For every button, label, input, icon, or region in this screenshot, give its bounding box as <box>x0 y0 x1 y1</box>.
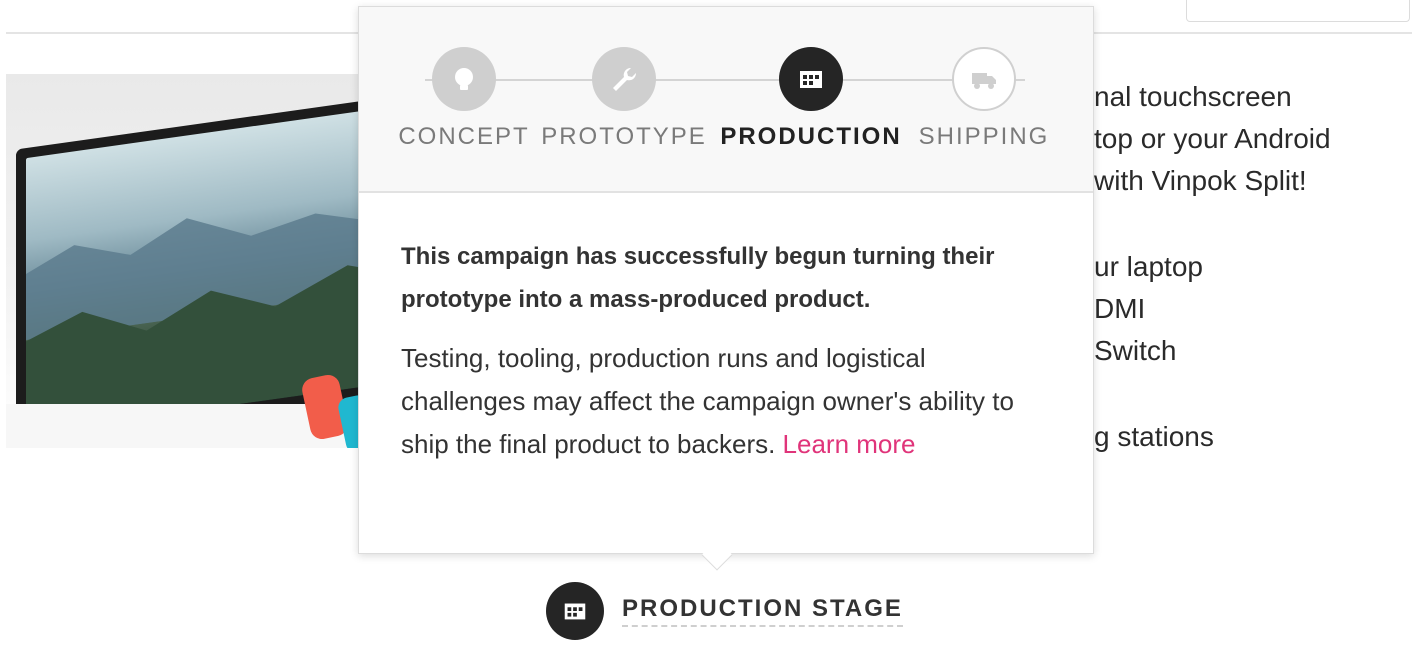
production-stage-label[interactable]: PRODUCTION STAGE <box>622 595 903 627</box>
factory-icon <box>779 47 843 111</box>
product-hero-image <box>6 74 358 448</box>
wrench-icon <box>592 47 656 111</box>
lightbulb-icon <box>432 47 496 111</box>
stage-body: Testing, tooling, production runs and lo… <box>401 343 1014 459</box>
stage-label: SHIPPING <box>918 123 1050 150</box>
stage-explanation: This campaign has successfully begun tur… <box>401 235 1055 466</box>
stage-label: PROTOTYPE <box>541 123 707 150</box>
description-line: ur laptop <box>1094 251 1203 282</box>
stage-progress-header: CONCEPT PROTOTYPE PRODUCTION SHIPPING <box>359 7 1093 193</box>
truck-icon <box>952 47 1016 111</box>
stage-body-text: Testing, tooling, production runs and lo… <box>401 337 1055 466</box>
stage-shipping: SHIPPING <box>889 47 1079 151</box>
stage-headline: This campaign has successfully begun tur… <box>401 243 995 313</box>
desk-surface <box>6 404 358 448</box>
top-right-input[interactable] <box>1186 0 1410 22</box>
description-line: with Vinpok Split! <box>1094 165 1307 196</box>
stage-label: PRODUCTION <box>720 123 902 150</box>
description-line: Switch <box>1094 335 1177 366</box>
production-stage-trigger[interactable]: PRODUCTION STAGE <box>546 582 903 640</box>
description-line: top or your Android <box>1094 123 1331 154</box>
stage-prototype: PROTOTYPE <box>529 47 719 151</box>
description-line: nal touchscreen <box>1094 81 1292 112</box>
stage-popover: CONCEPT PROTOTYPE PRODUCTION SHIPPING Th… <box>358 6 1094 554</box>
factory-icon <box>546 582 604 640</box>
stage-production: PRODUCTION <box>716 47 906 151</box>
description-line: g stations <box>1094 421 1214 452</box>
description-line: DMI <box>1094 293 1146 324</box>
learn-more-link[interactable]: Learn more <box>783 429 916 459</box>
